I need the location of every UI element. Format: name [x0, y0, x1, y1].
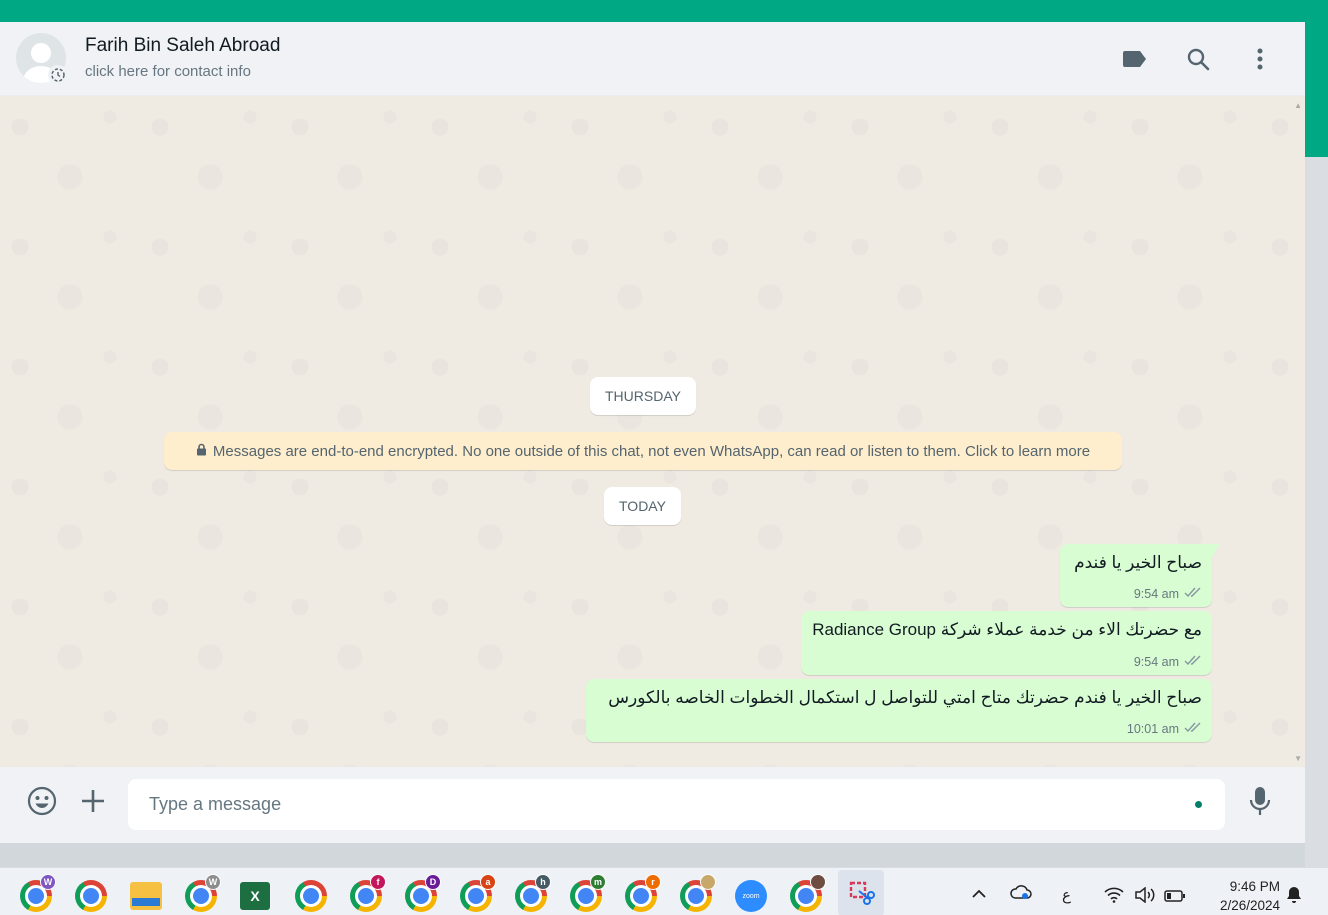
tray-overflow-chevron-icon[interactable]: [972, 886, 986, 903]
wifi-icon[interactable]: [1104, 887, 1124, 907]
message-text: مع حضرتك الاء من خدمة عملاء شركة Radianc…: [812, 620, 1202, 639]
window-side-band: [1305, 22, 1328, 157]
chrome-icon[interactable]: [75, 880, 107, 912]
zoom-icon[interactable]: zoom: [735, 880, 767, 912]
bubble-tail: [1212, 544, 1220, 557]
chrome-profile-icon[interactable]: r: [625, 874, 661, 912]
menu-icon[interactable]: [1246, 45, 1274, 73]
clock-time: 9:46 PM: [1229, 879, 1280, 894]
whatsapp-conversation-panel: Farih Bin Saleh Abroad click here for co…: [0, 22, 1305, 843]
chrome-profile-photo-icon[interactable]: [790, 874, 826, 912]
message-meta: 9:54 am: [1134, 655, 1202, 669]
outgoing-message[interactable]: صباح الخير يا فندم حضرتك متاح امتي للتوا…: [586, 679, 1212, 742]
chrome-profile-icon[interactable]: a: [460, 874, 496, 912]
double-check-icon: [1184, 722, 1202, 736]
system-clock[interactable]: 9:46 PM 2/26/2024: [1200, 877, 1280, 915]
scroll-down-arrow-icon[interactable]: ▼: [1294, 754, 1302, 763]
profile-badge: r: [645, 874, 661, 890]
attach-icon[interactable]: [75, 783, 111, 819]
message-meta: 9:54 am: [1134, 587, 1202, 601]
os-taskbar: W W X f D a h m r zoom ع 9:46 PM 2/26/20…: [0, 867, 1328, 915]
profile-badge: W: [205, 874, 221, 890]
search-icon[interactable]: [1184, 45, 1212, 73]
window-top-band: [0, 0, 1328, 22]
message-input[interactable]: [128, 779, 1225, 830]
chrome-profile-icon[interactable]: W: [185, 874, 221, 912]
contact-info-hint[interactable]: click here for contact info: [85, 63, 251, 80]
microphone-icon[interactable]: [1242, 783, 1278, 819]
message-text: صباح الخير يا فندم حضرتك متاح امتي للتوا…: [608, 688, 1202, 707]
chrome-profile-icon[interactable]: f: [350, 874, 386, 912]
double-check-icon: [1184, 655, 1202, 669]
onedrive-cloud-icon[interactable]: [1010, 883, 1032, 905]
avatar-head: [31, 43, 51, 63]
chrome-profile-icon[interactable]: D: [405, 874, 441, 912]
emoji-icon[interactable]: [24, 783, 60, 819]
notification-bell-icon[interactable]: [1286, 886, 1302, 908]
profile-badge: h: [535, 874, 551, 890]
profile-photo-badge: [810, 874, 826, 890]
scroll-up-arrow-icon[interactable]: ▲: [1294, 101, 1302, 110]
chat-header[interactable]: Farih Bin Saleh Abroad click here for co…: [0, 22, 1305, 96]
lock-icon: [196, 443, 207, 460]
clock-date: 2/26/2024: [1219, 898, 1280, 913]
volume-icon[interactable]: [1134, 886, 1156, 907]
encryption-notice-text: Messages are end-to-end encrypted. No on…: [212, 442, 1091, 460]
label-icon[interactable]: [1121, 45, 1149, 73]
chrome-icon[interactable]: [295, 880, 327, 912]
profile-badge: m: [590, 874, 606, 890]
date-divider-today: TODAY: [604, 487, 681, 525]
extension-indicator-dot: [1195, 801, 1202, 808]
date-divider-thursday: THURSDAY: [590, 377, 696, 415]
outgoing-message[interactable]: مع حضرتك الاء من خدمة عملاء شركة Radianc…: [801, 611, 1212, 675]
status-ring-icon: [48, 65, 68, 85]
keyboard-language-indicator[interactable]: ع: [1062, 886, 1071, 904]
message-list[interactable]: ▲ THURSDAY Messages are end-to-end encry…: [0, 97, 1305, 767]
outgoing-message[interactable]: صباح الخير يا فندم 9:54 am: [1060, 544, 1220, 607]
window-side-gutter: [1305, 157, 1328, 867]
message-time: 10:01 am: [1126, 722, 1179, 736]
profile-badge: D: [425, 874, 441, 890]
message-text: صباح الخير يا فندم: [1074, 553, 1202, 572]
chrome-profile-icon[interactable]: h: [515, 874, 551, 912]
snipping-tool-icon[interactable]: [838, 870, 884, 915]
file-explorer-icon[interactable]: [130, 882, 162, 910]
excel-icon[interactable]: X: [240, 882, 270, 910]
profile-photo-badge: [700, 874, 716, 890]
chrome-profile-icon[interactable]: m: [570, 874, 606, 912]
profile-badge: a: [480, 874, 496, 890]
message-composer: [0, 767, 1305, 843]
chrome-profile-icon[interactable]: W: [20, 874, 56, 912]
profile-badge: f: [370, 874, 386, 890]
message-time: 9:54 am: [1133, 587, 1179, 601]
message-time: 9:54 am: [1133, 655, 1179, 669]
profile-badge: W: [40, 874, 56, 890]
encryption-notice[interactable]: Messages are end-to-end encrypted. No on…: [164, 432, 1122, 470]
chrome-profile-photo-icon[interactable]: [680, 874, 716, 912]
double-check-icon: [1184, 587, 1202, 601]
message-meta: 10:01 am: [1127, 722, 1202, 736]
battery-icon[interactable]: [1164, 889, 1186, 906]
contact-name[interactable]: Farih Bin Saleh Abroad: [85, 35, 280, 57]
